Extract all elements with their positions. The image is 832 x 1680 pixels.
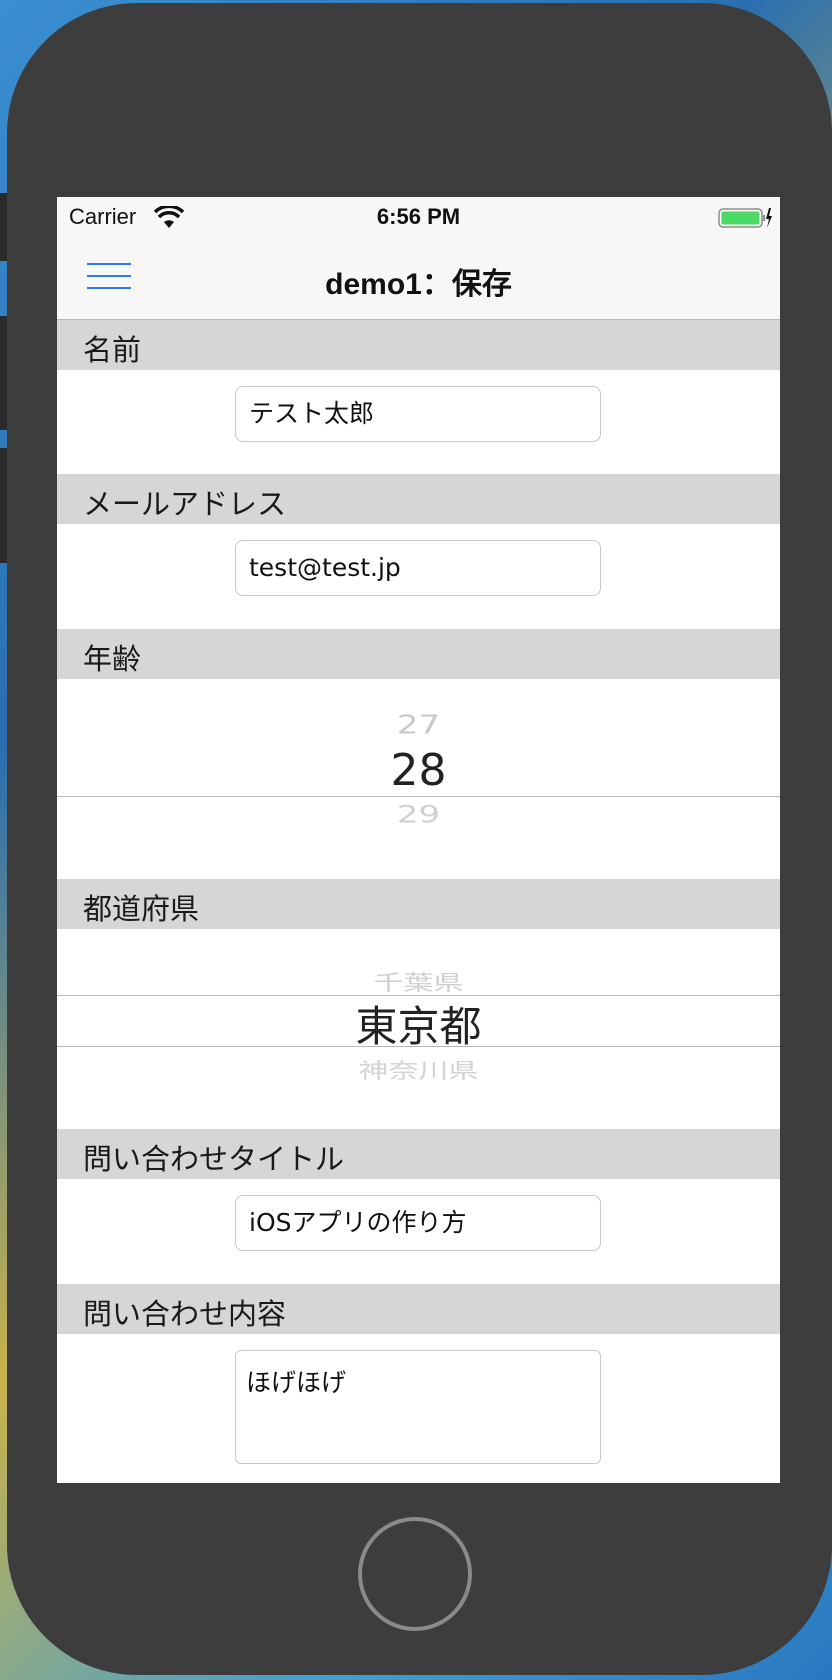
prefecture-picker-prev-option[interactable]: 千葉県 xyxy=(57,966,780,997)
section-label-prefecture: 都道府県 xyxy=(83,892,200,926)
section-label-name: 名前 xyxy=(83,333,142,367)
status-time: 6:56 PM xyxy=(376,204,461,229)
app-screen: Carrier 6:56 PM demo1：保存 名前 テスト太郎 メールアドレ… xyxy=(57,197,780,1483)
prefecture-picker-next-option[interactable]: 神奈川県 xyxy=(57,1054,780,1085)
status-bar: Carrier 6:56 PM xyxy=(57,197,780,239)
battery-charging-icon xyxy=(718,208,772,228)
age-picker-selected-option[interactable]: 28 xyxy=(57,745,780,796)
age-picker-prev-option[interactable]: 27 xyxy=(57,710,780,740)
page-title: demo1：保存 xyxy=(325,268,512,301)
section-header-inquiry-body: 問い合わせ内容 xyxy=(57,1284,780,1334)
picker-selection-line xyxy=(57,796,780,797)
prefecture-picker[interactable]: 千葉県 東京都 神奈川県 xyxy=(57,929,780,1127)
picker-selection-line xyxy=(57,1046,780,1047)
section-label-inquiry-title: 問い合わせタイトル xyxy=(83,1142,345,1176)
email-field[interactable]: test@test.jp xyxy=(235,540,601,596)
name-field[interactable]: テスト太郎 xyxy=(235,386,601,442)
home-button[interactable] xyxy=(358,1517,472,1631)
section-header-name: 名前 xyxy=(57,320,780,370)
prefecture-picker-selected-option[interactable]: 東京都 xyxy=(57,993,780,1054)
section-label-age: 年齢 xyxy=(83,642,142,676)
inquiry-body-textarea[interactable]: ほげほげ xyxy=(235,1350,601,1464)
navigation-bar: demo1：保存 xyxy=(57,239,780,320)
section-header-inquiry-title: 問い合わせタイトル xyxy=(57,1129,780,1179)
section-header-email: メールアドレス xyxy=(57,474,780,524)
inquiry-title-field[interactable]: iOSアプリの作り方 xyxy=(235,1195,601,1251)
section-header-age: 年齢 xyxy=(57,629,780,679)
section-label-email: メールアドレス xyxy=(83,487,287,521)
age-picker-next-option[interactable]: 29 xyxy=(57,801,780,829)
section-header-prefecture: 都道府県 xyxy=(57,879,780,929)
age-picker[interactable]: 27 28 29 xyxy=(57,679,780,877)
section-label-inquiry-body: 問い合わせ内容 xyxy=(83,1297,287,1331)
